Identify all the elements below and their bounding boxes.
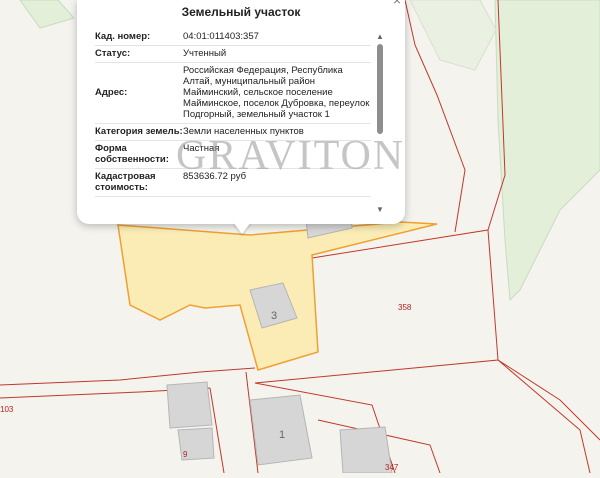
attribute-row-address: Адрес: Российская Федерация, Республика … bbox=[95, 63, 371, 124]
parcel-info-popup: Земельный участок × Кад. номер: 04:01:01… bbox=[77, 0, 405, 224]
popup-pointer bbox=[233, 222, 251, 234]
attribute-label: Категория земель: bbox=[95, 126, 183, 137]
attribute-label: Форма собственности: bbox=[95, 143, 169, 165]
close-icon[interactable]: × bbox=[393, 0, 401, 8]
parcel-number-label: 9 bbox=[183, 450, 188, 459]
attribute-label: Статус: bbox=[95, 48, 131, 59]
attribute-label: Адрес: bbox=[95, 87, 128, 98]
watermark: GRAVITON bbox=[176, 133, 406, 179]
parcel-number-label: 358 bbox=[398, 303, 412, 312]
attribute-label: Кад. номер: bbox=[95, 31, 151, 42]
parcel-number-label: 103 bbox=[0, 405, 14, 414]
attribute-value: 04:01:011403:357 bbox=[183, 31, 259, 42]
parcel-attributes-table: Кад. номер: 04:01:011403:357 Статус: Учт… bbox=[95, 29, 371, 215]
attribute-row-cadastral-number: Кад. номер: 04:01:011403:357 bbox=[95, 29, 371, 46]
popup-title: Земельный участок bbox=[181, 5, 301, 19]
parcel-number-label: 347 bbox=[385, 463, 399, 472]
attribute-value: Учтенный bbox=[183, 48, 227, 59]
attribute-row-status: Статус: Учтенный bbox=[95, 46, 371, 63]
attribute-label: Кадастровая стоимость: bbox=[95, 171, 156, 193]
scrollbar-thumb[interactable] bbox=[377, 44, 383, 134]
building-number-label: 3 bbox=[271, 310, 278, 322]
scroll-up-icon[interactable]: ▲ bbox=[375, 32, 385, 41]
scroll-down-icon[interactable]: ▼ bbox=[375, 205, 385, 214]
building-number-label: 1 bbox=[279, 429, 286, 441]
building bbox=[166, 381, 213, 429]
attribute-value: Российская Федерация, Республика Алтай, … bbox=[183, 65, 370, 120]
popup-scrollbar[interactable]: ▲ ▼ bbox=[375, 32, 385, 214]
